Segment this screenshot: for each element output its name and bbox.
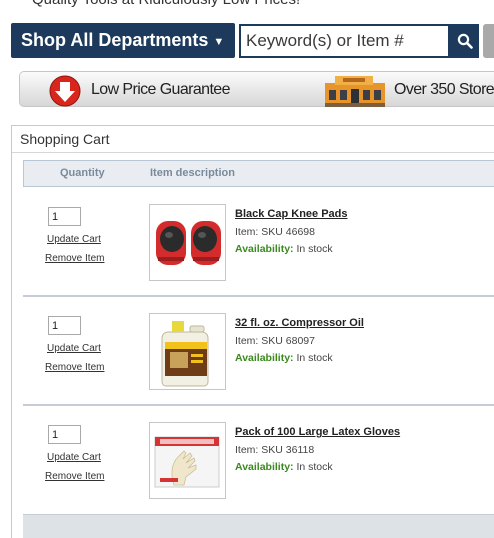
store-building-icon xyxy=(325,76,385,107)
cart-button-edge[interactable] xyxy=(483,24,494,58)
column-item-description: Item description xyxy=(150,167,235,179)
availability-value: In stock xyxy=(296,352,333,364)
header-tagline: Quality Tools at Ridiculously Low Prices… xyxy=(32,0,300,8)
remove-item-link[interactable]: Remove Item xyxy=(45,471,104,482)
remove-item-link[interactable]: Remove Item xyxy=(45,362,104,373)
row-divider xyxy=(23,295,494,297)
availability-value: In stock xyxy=(296,243,333,255)
availability-label: Availability: xyxy=(235,461,294,473)
update-cart-link[interactable]: Update Cart xyxy=(47,343,101,354)
cart-title: Shopping Cart xyxy=(20,131,110,147)
update-cart-link[interactable]: Update Cart xyxy=(47,234,101,245)
item-sku: Item: SKU 46698 xyxy=(235,226,315,238)
column-quantity: Quantity xyxy=(60,167,105,179)
update-cart-link[interactable]: Update Cart xyxy=(47,452,101,463)
item-availability: Availability: In stock xyxy=(235,461,333,473)
item-sku: Item: SKU 68097 xyxy=(235,335,315,347)
cart-table-header: Quantity Item description xyxy=(23,160,494,187)
quantity-input[interactable] xyxy=(48,316,81,335)
search-icon xyxy=(457,33,473,49)
low-price-guarantee-label: Low Price Guarantee xyxy=(91,81,231,98)
item-availability: Availability: In stock xyxy=(235,352,333,364)
row-divider xyxy=(23,404,494,406)
product-image-latex-gloves[interactable] xyxy=(149,422,226,499)
search-input[interactable] xyxy=(239,24,450,58)
product-image-knee-pads[interactable] xyxy=(149,204,226,281)
item-name-link[interactable]: Pack of 100 Large Latex Gloves xyxy=(235,426,400,438)
cart-footer xyxy=(23,514,494,538)
availability-label: Availability: xyxy=(235,352,294,364)
item-availability: Availability: In stock xyxy=(235,243,333,255)
promo-bar: Low Price Guarantee Over 350 Stores xyxy=(19,71,494,107)
caret-down-icon: ▼ xyxy=(213,36,225,48)
availability-value: In stock xyxy=(296,461,333,473)
quantity-input[interactable] xyxy=(48,207,81,226)
product-image-compressor-oil[interactable] xyxy=(149,313,226,390)
departments-label: Shop All Departments xyxy=(21,30,209,50)
availability-label: Availability: xyxy=(235,243,294,255)
divider xyxy=(12,152,494,153)
item-name-link[interactable]: 32 fl. oz. Compressor Oil xyxy=(235,317,364,329)
remove-item-link[interactable]: Remove Item xyxy=(45,253,104,264)
quantity-input[interactable] xyxy=(48,425,81,444)
shop-all-departments-button[interactable]: Shop All Departments ▼ xyxy=(11,23,235,58)
item-name-link[interactable]: Black Cap Knee Pads xyxy=(235,208,348,220)
stores-count-label: Over 350 Stores xyxy=(394,81,494,98)
red-down-arrow-icon xyxy=(49,75,81,107)
shopping-cart-panel: Shopping Cart Quantity Item description … xyxy=(11,125,494,538)
item-sku: Item: SKU 36118 xyxy=(235,444,315,456)
search-button[interactable] xyxy=(450,24,479,58)
